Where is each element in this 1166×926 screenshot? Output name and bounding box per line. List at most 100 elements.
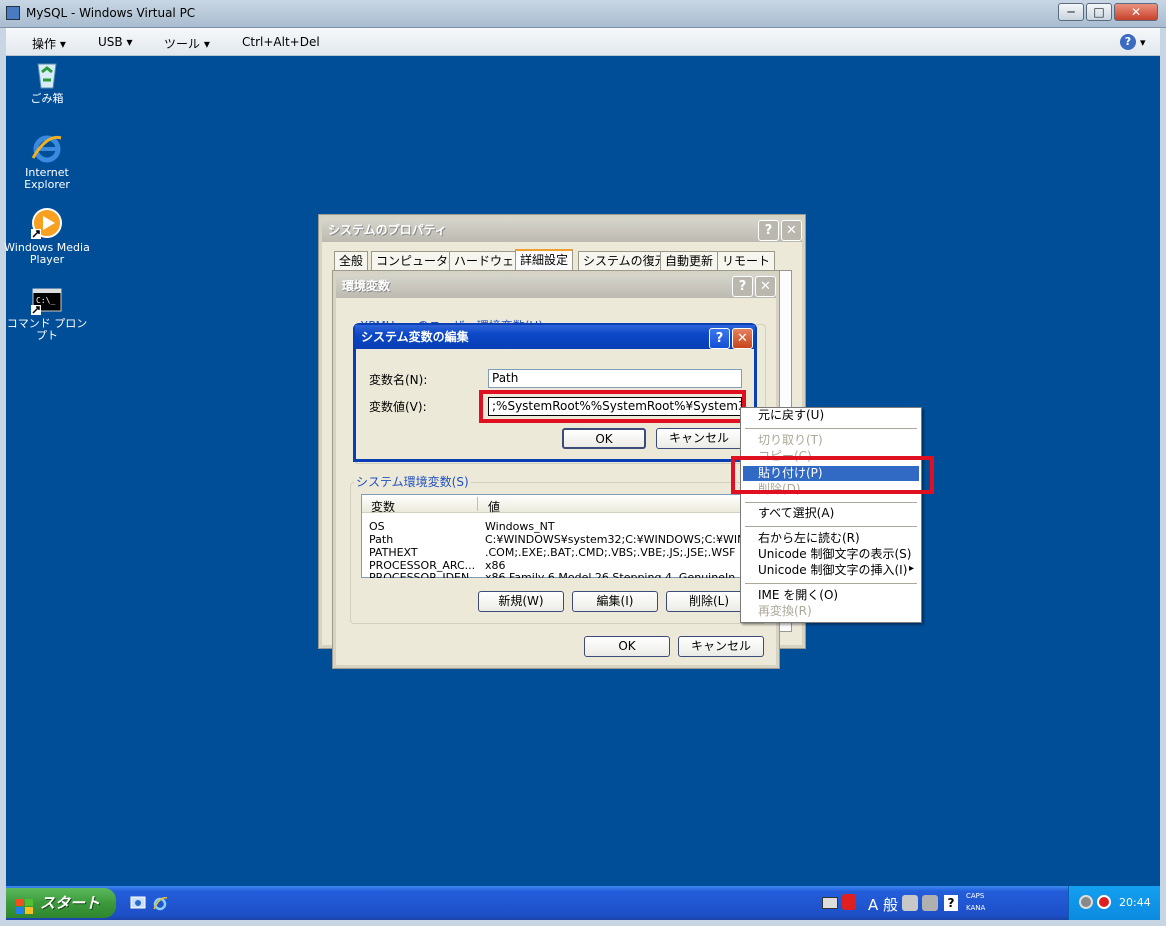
input-mode-indicator[interactable]: A 般 <box>868 894 898 915</box>
internet-explorer-quicklaunch-icon[interactable] <box>152 895 168 911</box>
table-row-name[interactable]: Path <box>369 533 393 546</box>
close-button[interactable]: ✕ <box>1114 3 1158 21</box>
envvars-cancel-button[interactable]: キャンセル <box>678 636 764 657</box>
menu-tools[interactable]: ツール ▾ <box>164 35 210 52</box>
keyboard-icon[interactable] <box>822 897 838 909</box>
caps-indicator: CAPS <box>966 892 985 900</box>
variable-name-field[interactable]: Path <box>488 369 742 388</box>
clock[interactable]: 20:44 <box>1119 896 1151 909</box>
kana-indicator: KANA <box>966 904 986 912</box>
desktop-icon-command-prompt[interactable]: C:\_ コマンド プロンプト <box>4 283 90 342</box>
sysprops-close-button[interactable]: ✕ <box>781 220 802 241</box>
menu-item-open-ime[interactable]: IME を開く(O) <box>743 588 919 603</box>
edit-button[interactable]: 編集(I) <box>572 591 658 612</box>
host-frame-right <box>1160 28 1166 920</box>
maximize-button[interactable]: □ <box>1086 3 1112 21</box>
edit-cancel-button[interactable]: キャンセル <box>656 428 742 449</box>
column-header-value[interactable]: 値 <box>488 498 500 515</box>
envvars-help-button[interactable]: ? <box>732 276 753 297</box>
host-window-title: MySQL - Windows Virtual PC <box>26 6 196 20</box>
edit-dialog-close-button[interactable]: ✕ <box>732 328 753 349</box>
media-player-icon <box>31 207 63 239</box>
column-divider[interactable] <box>477 497 478 511</box>
menu-item-right-to-left[interactable]: 右から左に読む(R) <box>743 531 919 546</box>
host-title-bar[interactable]: MySQL - Windows Virtual PC ─ □ ✕ <box>0 0 1166 28</box>
svg-text:C:\_: C:\_ <box>36 296 55 305</box>
submenu-arrow-icon: ▸ <box>909 563 915 574</box>
system-variables-list[interactable]: 変数 値 OS Windows_NT Path C:¥WINDOWS¥syste… <box>361 494 756 578</box>
table-row-value[interactable]: .COM;.EXE;.BAT;.CMD;.VBS;.VBE;.JS;.JSE;.… <box>485 546 735 559</box>
tab-auto-update[interactable]: 自動更新 <box>660 251 719 271</box>
ime-pad-icon[interactable] <box>842 894 856 910</box>
host-frame-bottom <box>0 920 1166 926</box>
help-dropdown-icon[interactable]: ▾ <box>1140 36 1146 49</box>
system-properties-title[interactable]: システムのプロパティ <box>322 218 802 242</box>
desktop-icon-label: ごみ箱 <box>30 92 64 105</box>
menu-item-insert-unicode[interactable]: Unicode 制御文字の挿入(I) <box>743 563 919 578</box>
menu-item-reconvert[interactable]: 再変換(R) <box>743 604 919 619</box>
system-variables-label: システム環境変数(S) <box>354 473 471 490</box>
variable-value-label: 変数値(V): <box>369 400 427 414</box>
minimize-button[interactable]: ─ <box>1058 3 1084 21</box>
desktop-icon-label: コマンド プロンプト <box>6 317 88 342</box>
menu-separator <box>745 428 917 429</box>
window-title-text: 環境変数 <box>342 279 391 293</box>
desktop-icon-label: Windows Media Player <box>4 241 90 266</box>
menu-ctrl-alt-del[interactable]: Ctrl+Alt+Del <box>242 35 320 49</box>
column-header-variable[interactable]: 変数 <box>371 498 395 515</box>
menu-separator <box>745 502 917 503</box>
windows-logo-icon <box>16 895 34 914</box>
envvars-ok-button[interactable]: OK <box>584 636 670 657</box>
system-tray: 20:44 <box>1068 886 1160 920</box>
ime-settings-icon[interactable] <box>922 895 938 911</box>
table-row-name[interactable]: OS <box>369 520 385 533</box>
edit-dialog-title[interactable]: システム変数の編集 <box>355 325 755 349</box>
table-row-value[interactable]: C:¥WINDOWS¥system32;C:¥WINDOWS;C:¥WIN... <box>485 533 756 546</box>
show-desktop-icon[interactable] <box>130 895 146 911</box>
taskbar: スタート A 般 ? CAPS KANA 20:44 <box>6 886 1160 920</box>
window-title-text: システム変数の編集 <box>361 330 469 344</box>
annotation-highlight-variable-value <box>479 390 746 423</box>
tab-remote[interactable]: リモート <box>717 251 776 271</box>
sysprops-help-button[interactable]: ? <box>758 220 779 241</box>
table-row-name[interactable]: PROCESSOR_IDEN... <box>369 571 479 578</box>
envvars-close-button[interactable]: ✕ <box>755 276 776 297</box>
start-button[interactable]: スタート <box>6 888 116 918</box>
environment-variables-title[interactable]: 環境変数 <box>336 274 776 298</box>
host-menu-bar: 操作 ▾ USB ▾ ツール ▾ Ctrl+Alt+Del <box>6 28 1160 56</box>
desktop-icon-label: Internet Explorer <box>24 166 70 191</box>
network-icon[interactable] <box>1079 895 1093 909</box>
desktop-icon-recycle-bin[interactable]: ごみ箱 <box>4 58 90 105</box>
tab-system-restore[interactable]: システムの復元 <box>578 251 672 271</box>
ime-tool-icon[interactable] <box>902 895 918 911</box>
tab-advanced[interactable]: 詳細設定 <box>515 249 574 271</box>
context-menu: 元に戻す(U) 切り取り(T) コピー(C) 貼り付け(P) 削除(D) すべて… <box>740 407 922 623</box>
menu-item-select-all[interactable]: すべて選択(A) <box>743 506 919 521</box>
desktop-icon-internet-explorer[interactable]: Internet Explorer <box>4 132 90 191</box>
edit-dialog-help-button[interactable]: ? <box>709 328 730 349</box>
help-icon[interactable]: ? <box>944 895 958 911</box>
edit-ok-button[interactable]: OK <box>562 428 646 449</box>
help-icon[interactable]: ? <box>1120 34 1136 50</box>
internet-explorer-icon <box>31 132 63 164</box>
table-row-value[interactable]: Windows_NT <box>485 520 555 533</box>
menu-operation[interactable]: 操作 ▾ <box>32 35 66 52</box>
menu-item-show-unicode[interactable]: Unicode 制御文字の表示(S) <box>743 547 919 562</box>
variable-name-label: 変数名(N): <box>369 373 428 387</box>
menu-usb[interactable]: USB ▾ <box>98 35 132 49</box>
table-row-value[interactable]: x86 Family 6 Model 26 Stepping 4, Genuin… <box>485 571 735 578</box>
list-header: 変数 値 <box>362 495 740 515</box>
start-label: スタート <box>40 894 101 912</box>
security-alert-icon[interactable] <box>1097 895 1111 909</box>
annotation-highlight-paste <box>731 456 934 494</box>
menu-separator <box>745 526 917 527</box>
virtual-pc-icon <box>6 6 20 20</box>
menu-item-cut[interactable]: 切り取り(T) <box>743 433 919 448</box>
tab-general[interactable]: 全般 <box>334 251 369 271</box>
table-row-name[interactable]: PATHEXT <box>369 546 418 559</box>
menu-item-undo[interactable]: 元に戻す(U) <box>743 408 919 423</box>
menu-separator <box>745 583 917 584</box>
window-title-text: システムのプロパティ <box>328 223 447 237</box>
new-button[interactable]: 新規(W) <box>478 591 564 612</box>
desktop-icon-media-player[interactable]: Windows Media Player <box>4 207 90 266</box>
